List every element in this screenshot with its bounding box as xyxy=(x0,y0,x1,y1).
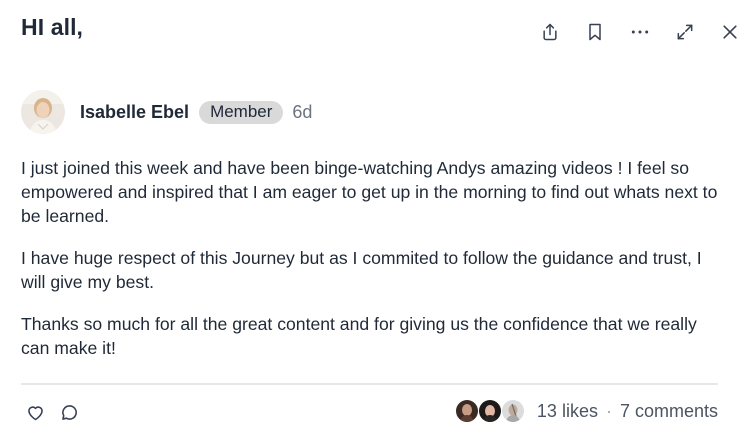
liker-avatars[interactable] xyxy=(454,399,525,423)
post-timestamp: 6d xyxy=(292,101,313,122)
liker-avatar xyxy=(477,399,502,423)
member-badge: Member xyxy=(199,100,284,124)
likes-count[interactable]: 13 likes xyxy=(537,401,598,422)
bookmark-button[interactable] xyxy=(581,18,609,46)
author-avatar[interactable] xyxy=(21,90,65,134)
author-name[interactable]: Isabelle Ebel xyxy=(80,102,189,123)
liker-avatar xyxy=(500,399,525,423)
close-icon xyxy=(723,25,737,39)
more-options-button[interactable] xyxy=(626,18,654,46)
like-button[interactable] xyxy=(23,400,47,424)
close-button[interactable] xyxy=(716,18,744,46)
post-toolbar xyxy=(519,18,744,46)
post-body: I just joined this week and have been bi… xyxy=(21,156,725,378)
heart-icon xyxy=(27,405,43,420)
post-paragraph: I have huge respect of this Journey but … xyxy=(21,248,702,292)
more-icon xyxy=(631,30,649,34)
comments-count[interactable]: 7 comments xyxy=(620,401,718,422)
post-paragraph: Thanks so much for all the great content… xyxy=(21,314,697,358)
expand-icon xyxy=(677,24,693,40)
expand-button[interactable] xyxy=(671,18,699,46)
post-footer: 13 likes · 7 comments xyxy=(21,397,718,425)
comment-icon xyxy=(61,404,77,420)
author-row: Isabelle Ebel Member 6d xyxy=(21,90,312,134)
bookmark-icon xyxy=(589,23,601,41)
post-stats: 13 likes · 7 comments xyxy=(454,397,718,425)
divider xyxy=(21,383,718,385)
stats-separator: · xyxy=(605,400,612,421)
post-title: HI all, xyxy=(21,14,84,40)
share-button[interactable] xyxy=(536,18,564,46)
share-icon xyxy=(543,23,557,41)
post-paragraph: I just joined this week and have been bi… xyxy=(21,158,718,226)
comment-button[interactable] xyxy=(57,400,81,424)
liker-avatar xyxy=(454,399,479,423)
